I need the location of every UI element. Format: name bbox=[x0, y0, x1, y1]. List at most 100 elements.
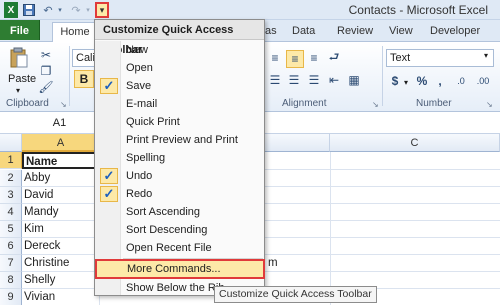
comma-button[interactable]: , bbox=[434, 72, 446, 90]
decrease-decimal-icon[interactable]: .00 bbox=[474, 72, 492, 90]
menu-item-sort-descending[interactable]: Sort Descending bbox=[96, 221, 264, 239]
align-left-icon[interactable]: ≡ bbox=[267, 50, 283, 66]
tab-home[interactable]: Home bbox=[52, 22, 98, 42]
wrap-text-icon[interactable]: ⮐ bbox=[326, 50, 342, 66]
paste-dropdown-icon[interactable]: ▾ bbox=[16, 86, 20, 95]
group-label-alignment: Alignment bbox=[282, 98, 327, 109]
table-cell[interactable]: Shelly bbox=[22, 272, 100, 289]
tab-file[interactable]: File bbox=[0, 20, 40, 40]
table-cell[interactable]: Vivian bbox=[22, 289, 100, 305]
align-bottom-icon[interactable]: ≡ bbox=[306, 50, 322, 66]
menu-item-quick-print[interactable]: Quick Print bbox=[96, 113, 264, 131]
format-painter-icon[interactable]: 🖌 bbox=[38, 80, 54, 94]
column-header-c[interactable]: C bbox=[330, 134, 500, 152]
increase-decimal-icon[interactable]: .0 bbox=[452, 72, 470, 90]
menu-item-label: Quick Print bbox=[126, 116, 180, 128]
menu-title: Customize Quick Access Toolbar bbox=[95, 20, 264, 56]
checkmark-icon: ✓ bbox=[100, 78, 118, 94]
row-header[interactable]: 4 bbox=[0, 204, 22, 221]
menu-item-print-preview[interactable]: Print Preview and Print bbox=[96, 131, 264, 149]
table-cell[interactable]: Name bbox=[22, 152, 100, 169]
comma-symbol: , bbox=[438, 74, 442, 88]
menu-item-label: New bbox=[126, 44, 149, 56]
number-launcher-icon[interactable]: ↘ bbox=[486, 100, 493, 109]
menu-item-more-commands[interactable]: More Commands... bbox=[95, 259, 265, 279]
column-header-a[interactable]: A bbox=[22, 134, 100, 152]
row-header[interactable]: 8 bbox=[0, 272, 22, 289]
cell-text-fragment[interactable]: m bbox=[268, 255, 278, 272]
menu-item-label: Show Below the Rib bbox=[126, 282, 225, 294]
currency-symbol: $ bbox=[391, 74, 399, 88]
menu-item-label: Spelling bbox=[126, 152, 166, 164]
row-header[interactable]: 5 bbox=[0, 221, 22, 238]
tab-review[interactable]: Review bbox=[337, 22, 377, 42]
menu-item-save[interactable]: ✓ Save bbox=[96, 77, 264, 95]
align-middle-icon[interactable]: ≡ bbox=[286, 50, 304, 68]
group-label-number: Number bbox=[416, 98, 452, 109]
center-text-icon[interactable]: ☰ bbox=[286, 72, 302, 88]
alignment-launcher-icon[interactable]: ↘ bbox=[372, 100, 379, 109]
menu-item-spelling[interactable]: Spelling bbox=[96, 149, 264, 167]
menu-item-label: Open Recent File bbox=[126, 242, 212, 254]
number-format-box[interactable]: Text bbox=[386, 49, 494, 67]
paste-label[interactable]: Paste bbox=[8, 73, 36, 85]
percent-symbol: % bbox=[416, 74, 428, 88]
align-right-text-icon[interactable]: ☰ bbox=[306, 72, 322, 88]
table-cell[interactable]: Dereck bbox=[22, 238, 100, 255]
merge-center-icon[interactable]: ▦ bbox=[346, 72, 362, 88]
menu-item-label: Save bbox=[126, 80, 152, 92]
copy-icon[interactable]: ❐ bbox=[38, 64, 54, 78]
tab-view[interactable]: View bbox=[389, 22, 419, 42]
row-header[interactable]: 2 bbox=[0, 170, 22, 187]
column-divider bbox=[330, 152, 331, 305]
paste-icon[interactable] bbox=[8, 46, 30, 70]
menu-item-redo[interactable]: ✓ Redo bbox=[96, 185, 264, 203]
currency-dropdown-icon[interactable]: ▾ bbox=[404, 78, 408, 87]
bold-button[interactable]: B bbox=[74, 70, 94, 88]
checkmark-icon: ✓ bbox=[100, 168, 118, 184]
table-cell[interactable]: Kim bbox=[22, 221, 100, 238]
tooltip: Customize Quick Access Toolbar bbox=[214, 286, 377, 303]
cut-icon[interactable]: ✂ bbox=[38, 48, 54, 62]
title-bar: X ↶ ▾ ↷ ▾ ▾ Contacts - Microsoft Excel bbox=[0, 0, 500, 20]
bold-label: B bbox=[79, 72, 89, 86]
menu-item-sort-ascending[interactable]: Sort Ascending bbox=[96, 203, 264, 221]
menu-item-undo[interactable]: ✓ Undo bbox=[96, 167, 264, 185]
row-header[interactable]: 7 bbox=[0, 255, 22, 272]
align-left-text-icon[interactable]: ☰ bbox=[267, 72, 283, 88]
table-cell[interactable]: David bbox=[22, 187, 100, 204]
row-header[interactable]: 9 bbox=[0, 289, 22, 305]
row-header[interactable]: 1 bbox=[0, 152, 22, 169]
window-title: Contacts - Microsoft Excel bbox=[348, 3, 488, 17]
customize-qat-menu: Customize Quick Access Toolbar New Open … bbox=[94, 19, 265, 296]
select-all-corner[interactable] bbox=[0, 134, 22, 152]
table-cell[interactable]: Christine bbox=[22, 255, 100, 272]
menu-item-label: Print Preview and Print bbox=[126, 134, 238, 146]
menu-item-label: Redo bbox=[126, 188, 153, 200]
menu-item-label: More Commands... bbox=[127, 263, 221, 275]
tab-formulas[interactable]: as bbox=[265, 22, 279, 42]
menu-item-new[interactable]: New bbox=[96, 41, 264, 59]
decrease-indent-icon[interactable]: ⇤ bbox=[326, 72, 342, 88]
clipboard-launcher-icon[interactable]: ↘ bbox=[60, 100, 67, 109]
menu-item-label: Sort Descending bbox=[126, 224, 208, 236]
table-cell[interactable]: Abby bbox=[22, 170, 100, 187]
group-separator bbox=[69, 46, 70, 106]
percent-button[interactable]: % bbox=[414, 72, 430, 90]
menu-item-open-recent-file[interactable]: Open Recent File bbox=[96, 239, 264, 257]
tab-developer[interactable]: Developer bbox=[430, 22, 490, 42]
menu-item-open[interactable]: Open bbox=[96, 59, 264, 77]
row-header[interactable]: 6 bbox=[0, 238, 22, 255]
menu-item-label: Sort Ascending bbox=[126, 206, 200, 218]
menu-item-label: Open bbox=[126, 62, 153, 74]
menu-item-label: Undo bbox=[126, 170, 153, 182]
group-separator bbox=[382, 46, 383, 106]
group-label-clipboard: Clipboard bbox=[6, 98, 49, 109]
number-format-dropdown-icon[interactable]: ▾ bbox=[484, 51, 488, 60]
tab-data[interactable]: Data bbox=[292, 22, 322, 42]
table-cell[interactable]: Mandy bbox=[22, 204, 100, 221]
menu-item-email[interactable]: E-mail bbox=[96, 95, 264, 113]
row-header[interactable]: 3 bbox=[0, 187, 22, 204]
currency-button[interactable]: $ bbox=[388, 72, 402, 90]
checkmark-icon: ✓ bbox=[100, 186, 118, 202]
